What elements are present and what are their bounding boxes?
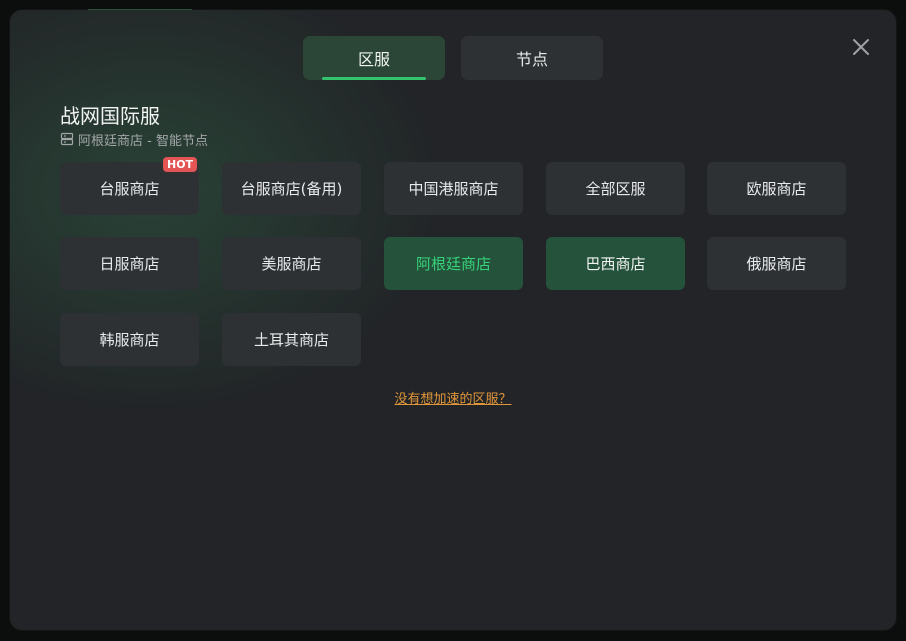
region-button-kr[interactable]: 韩服商店	[60, 313, 199, 366]
region-button-tw[interactable]: 台服商店 HOT	[60, 157, 199, 215]
tab-node[interactable]: 节点	[461, 36, 603, 80]
region-label: 日服商店	[99, 255, 160, 273]
tab-region-label: 区服	[357, 50, 390, 69]
region-button-jp[interactable]: 日服商店	[60, 237, 199, 290]
close-icon	[853, 39, 869, 55]
region-button-tw-backup[interactable]: 台服商店(备用)	[222, 162, 361, 215]
tab-region[interactable]: 区服	[303, 36, 445, 80]
region-label: 美服商店	[261, 255, 322, 273]
hot-badge: HOT	[163, 157, 198, 172]
region-label: 阿根廷商店	[415, 255, 491, 273]
region-select-dialog: 区服 节点 战网国际服 阿根廷商店 - 智能节点 台服商店 HOT 台服商店(备…	[10, 10, 896, 630]
region-label: 巴西商店	[585, 255, 646, 273]
region-button-us[interactable]: 美服商店	[222, 237, 361, 290]
region-button-all[interactable]: 全部区服	[546, 162, 685, 215]
region-label: 韩服商店	[99, 331, 160, 349]
region-label: 中国港服商店	[408, 180, 499, 198]
region-label: 欧服商店	[746, 180, 807, 198]
missing-region-link[interactable]: 没有想加速的区服？	[394, 392, 511, 407]
current-selection: 阿根廷商店 - 智能节点	[60, 131, 208, 149]
region-label: 土耳其商店	[253, 331, 329, 349]
region-label: 俄服商店	[746, 255, 807, 273]
tab-active-indicator	[322, 77, 426, 80]
server-icon	[60, 132, 74, 146]
region-label: 台服商店	[99, 180, 160, 198]
region-button-ar[interactable]: 阿根廷商店	[384, 237, 523, 290]
missing-region-row: 没有想加速的区服？	[10, 388, 896, 407]
region-button-tr[interactable]: 土耳其商店	[222, 313, 361, 366]
game-title: 战网国际服	[60, 104, 160, 128]
region-button-hk[interactable]: 中国港服商店	[384, 162, 523, 215]
current-selection-text: 阿根廷商店 - 智能节点	[78, 133, 208, 149]
region-label: 台服商店(备用)	[240, 180, 343, 198]
tab-node-label: 节点	[515, 50, 548, 69]
region-button-eu[interactable]: 欧服商店	[707, 162, 846, 215]
close-button[interactable]	[848, 34, 874, 60]
region-label: 全部区服	[585, 180, 646, 198]
region-button-ru[interactable]: 俄服商店	[707, 237, 846, 290]
region-button-br[interactable]: 巴西商店	[546, 237, 685, 290]
